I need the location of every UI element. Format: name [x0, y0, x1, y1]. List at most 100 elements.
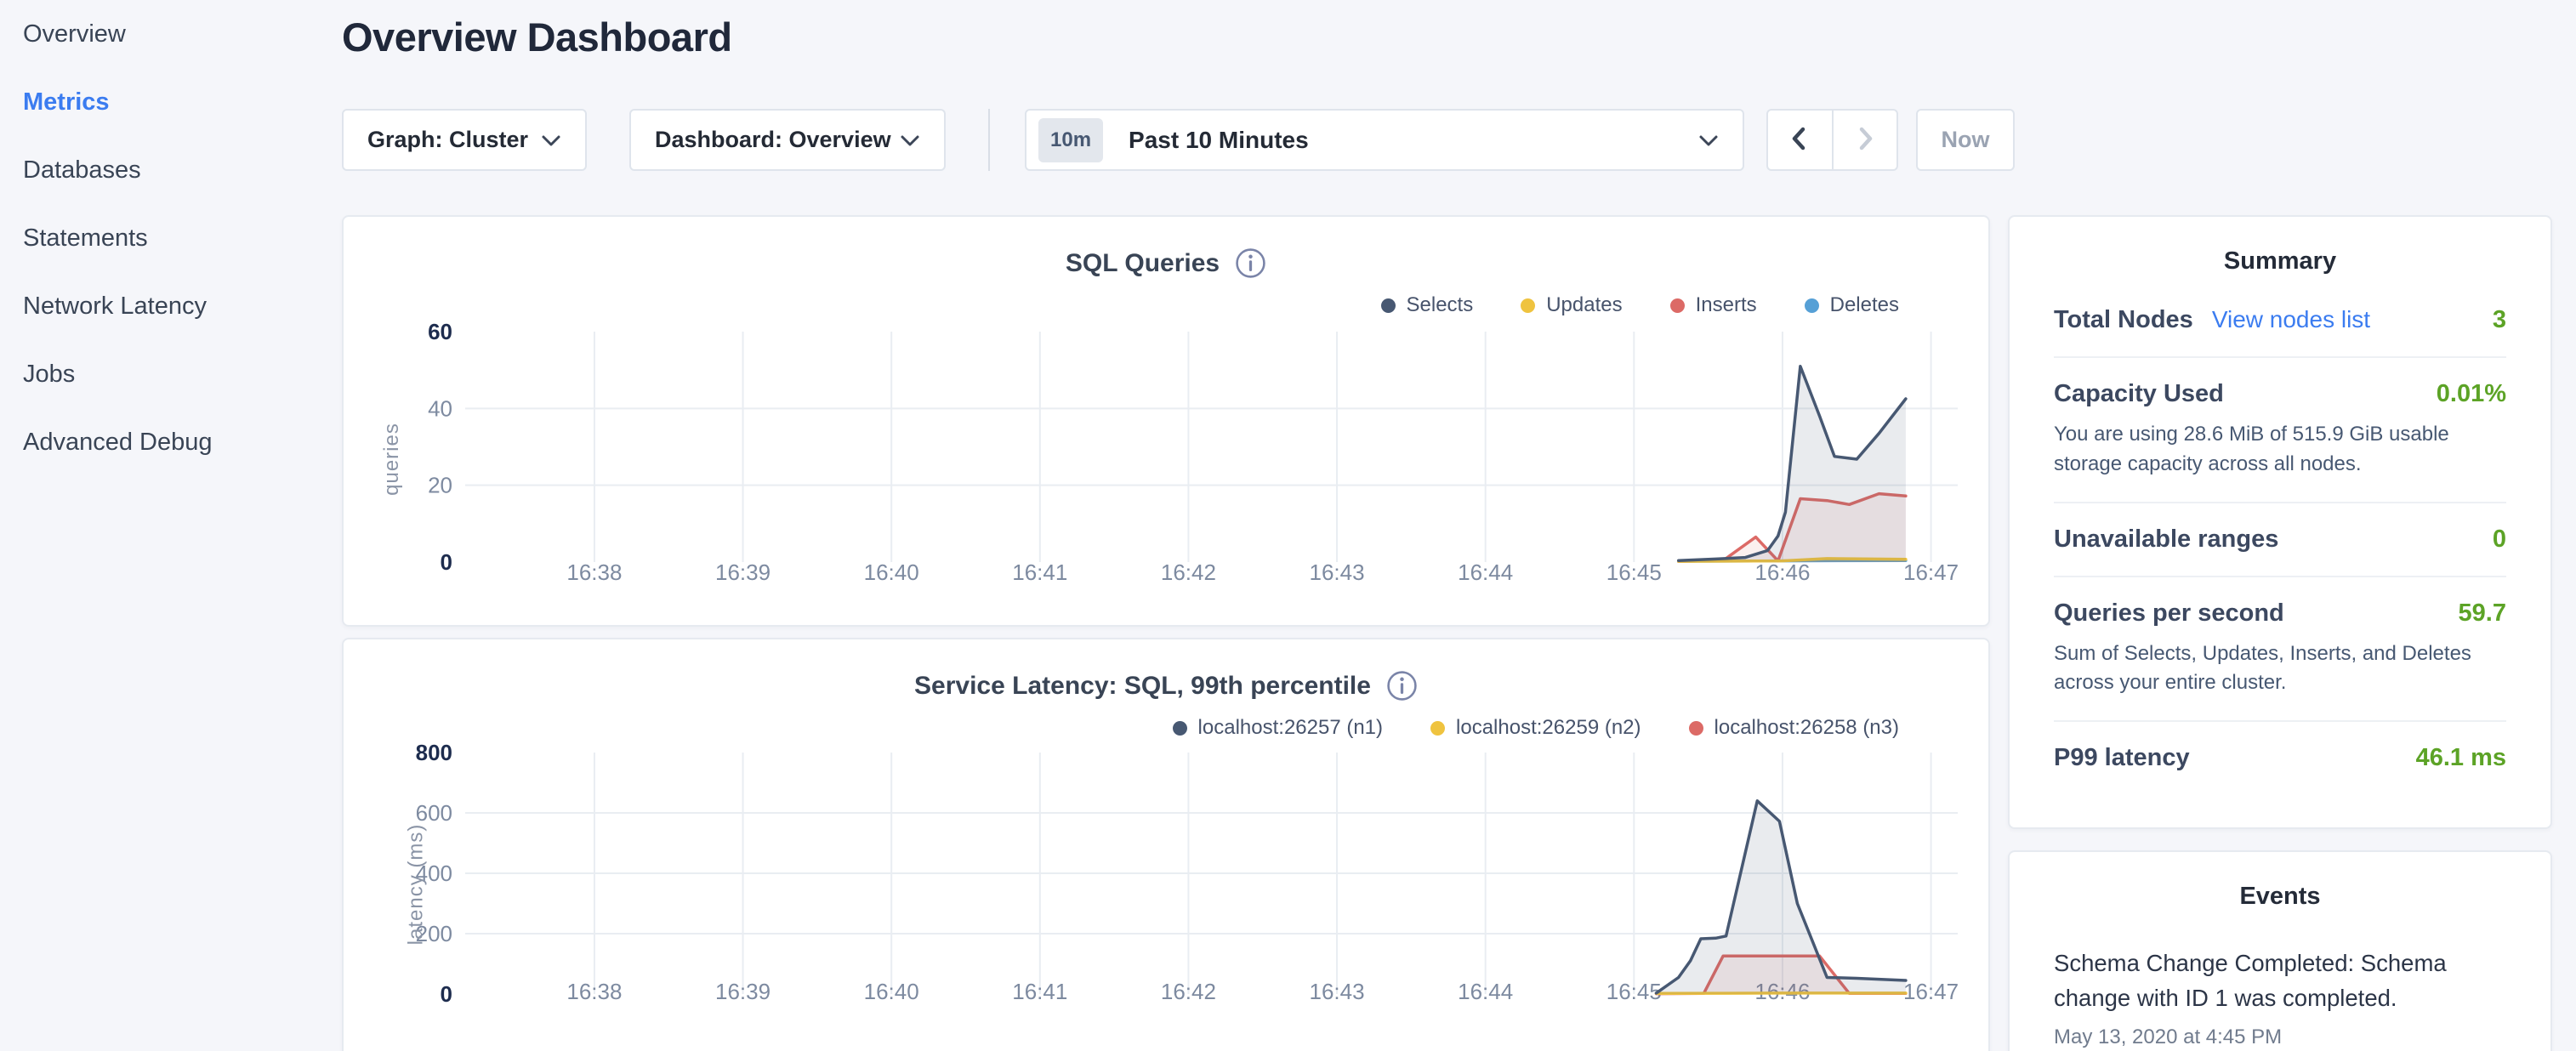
chevron-down-icon — [900, 127, 920, 153]
chevron-down-icon — [541, 127, 561, 153]
svg-text:16:43: 16:43 — [1310, 979, 1365, 1004]
time-range-select[interactable]: 10m Past 10 Minutes — [1025, 109, 1744, 171]
stat-capacity-used: Capacity Used 0.01% You are using 28.6 M… — [2054, 356, 2506, 502]
svg-text:20: 20 — [428, 473, 452, 498]
stat-title: Unavailable ranges — [2054, 526, 2278, 554]
chevron-down-icon — [1698, 127, 1719, 153]
stat-description: Sum of Selects, Updates, Inserts, and De… — [2054, 639, 2506, 699]
time-step-buttons — [1766, 109, 1898, 171]
stat-title: P99 latency — [2054, 744, 2190, 772]
page-title: Overview Dashboard — [342, 14, 732, 60]
legend-label: localhost:26258 (n3) — [1714, 716, 1899, 740]
graph-select-label: Graph: Cluster — [367, 127, 528, 153]
time-range-badge: 10m — [1038, 118, 1103, 162]
legend-dot-icon — [1381, 298, 1396, 313]
service-latency-chart-card: Service Latency: SQL, 99th percentile lo… — [342, 638, 1990, 1051]
svg-text:16:38: 16:38 — [566, 560, 622, 585]
sidebar-item-network-latency[interactable]: Network Latency — [0, 272, 342, 340]
stat-queries-per-second: Queries per second 59.7 Sum of Selects, … — [2054, 576, 2506, 721]
y-axis-unit-label: queries — [380, 423, 404, 496]
event-item[interactable]: Schema Change Completed: Schema change w… — [2054, 946, 2506, 1049]
event-text: Schema Change Completed: Schema change w… — [2054, 946, 2506, 1015]
stat-value: 59.7 — [2459, 599, 2506, 628]
svg-text:40: 40 — [428, 395, 452, 421]
stat-title: Queries per second — [2054, 599, 2284, 628]
summary-panel: Summary Total Nodes View nodes list 3 Ca… — [2008, 215, 2552, 829]
svg-text:16:45: 16:45 — [1606, 560, 1662, 585]
svg-text:0: 0 — [441, 549, 452, 575]
sidebar-item-metrics[interactable]: Metrics — [0, 68, 342, 136]
legend-dot-icon — [1689, 721, 1703, 736]
view-nodes-list-link[interactable]: View nodes list — [2212, 306, 2370, 333]
chevron-right-icon — [1853, 125, 1877, 155]
sidebar-item-statements[interactable]: Statements — [0, 204, 342, 272]
main-content: Overview Dashboard Graph: Cluster Dashbo… — [342, 0, 1990, 1051]
legend-dot-icon — [1521, 298, 1535, 313]
stat-value: 0 — [2493, 526, 2506, 554]
svg-text:800: 800 — [416, 740, 452, 765]
svg-text:16:47: 16:47 — [1903, 560, 1959, 585]
svg-text:16:38: 16:38 — [566, 979, 622, 1004]
legend-item[interactable]: localhost:26257 (n1) — [1173, 716, 1383, 740]
sidebar-item-databases[interactable]: Databases — [0, 136, 342, 204]
time-range-label: Past 10 Minutes — [1129, 127, 1309, 154]
svg-text:16:47: 16:47 — [1903, 979, 1959, 1004]
legend-label: localhost:26259 (n2) — [1456, 716, 1641, 740]
stat-total-nodes: Total Nodes View nodes list 3 — [2054, 284, 2506, 356]
legend-dot-icon — [1805, 298, 1819, 313]
legend-label: localhost:26257 (n1) — [1198, 716, 1383, 740]
sidebar-item-jobs[interactable]: Jobs — [0, 340, 342, 408]
graph-select[interactable]: Graph: Cluster — [342, 109, 587, 171]
svg-text:600: 600 — [416, 800, 452, 826]
chart-title: SQL Queries — [1066, 249, 1220, 278]
controls-bar: Graph: Cluster Dashboard: Overview 10m P… — [342, 109, 1990, 171]
legend-dot-icon — [1670, 298, 1685, 313]
svg-text:16:42: 16:42 — [1161, 560, 1216, 585]
chart-legend: localhost:26257 (n1) localhost:26259 (n2)… — [1173, 716, 1899, 740]
legend-dot-icon — [1173, 721, 1187, 736]
stat-title: Capacity Used — [2054, 380, 2224, 408]
controls-divider — [988, 109, 990, 171]
sidebar: Overview Metrics Databases Statements Ne… — [0, 0, 342, 1051]
now-button[interactable]: Now — [1916, 109, 2015, 171]
summary-heading: Summary — [2054, 247, 2506, 276]
svg-text:16:41: 16:41 — [1012, 560, 1067, 585]
stat-value: 46.1 ms — [2416, 744, 2506, 772]
svg-text:16:41: 16:41 — [1012, 979, 1067, 1004]
info-icon[interactable] — [1386, 670, 1418, 702]
legend-item[interactable]: localhost:26259 (n2) — [1430, 716, 1641, 740]
chart-plot[interactable]: 16:38 16:39 16:40 16:41 16:42 16:43 16:44 16:45… — [344, 312, 1992, 605]
svg-text:16:39: 16:39 — [715, 979, 771, 1004]
sidebar-item-overview[interactable]: Overview — [0, 0, 342, 68]
chart-title: Service Latency: SQL, 99th percentile — [914, 672, 1371, 701]
event-timestamp: May 13, 2020 at 4:45 PM — [2054, 1025, 2506, 1049]
stat-unavailable-ranges: Unavailable ranges 0 — [2054, 502, 2506, 576]
chart-plot[interactable]: 16:3816:3916:4016:4116:4216:4316:4416:45… — [344, 737, 1992, 1031]
legend-dot-icon — [1430, 721, 1445, 736]
svg-text:16:45: 16:45 — [1606, 979, 1662, 1004]
svg-text:16:39: 16:39 — [715, 560, 771, 585]
app-root: Overview Metrics Databases Statements Ne… — [0, 0, 2576, 1051]
time-next-button[interactable] — [1834, 111, 1897, 169]
events-heading: Events — [2054, 883, 2506, 911]
stat-value: 3 — [2493, 306, 2506, 334]
svg-text:16:44: 16:44 — [1458, 979, 1513, 1004]
y-axis-unit-label: latency (ms) — [404, 823, 428, 945]
chevron-left-icon — [1788, 125, 1811, 155]
svg-text:0: 0 — [441, 981, 452, 1007]
info-icon[interactable] — [1235, 247, 1266, 279]
svg-text:16:40: 16:40 — [864, 979, 919, 1004]
stat-p99-latency: P99 latency 46.1 ms — [2054, 720, 2506, 794]
legend-item[interactable]: localhost:26258 (n3) — [1689, 716, 1899, 740]
stat-title: Total Nodes — [2054, 306, 2193, 334]
svg-text:16:43: 16:43 — [1310, 560, 1365, 585]
svg-text:16:40: 16:40 — [864, 560, 919, 585]
svg-text:16:44: 16:44 — [1458, 560, 1513, 585]
dashboard-select[interactable]: Dashboard: Overview — [629, 109, 946, 171]
events-panel: Events Schema Change Completed: Schema c… — [2008, 850, 2552, 1051]
time-prev-button[interactable] — [1768, 111, 1834, 169]
svg-text:60: 60 — [428, 319, 452, 344]
svg-text:16:46: 16:46 — [1754, 560, 1810, 585]
stat-value: 0.01% — [2437, 380, 2506, 408]
sidebar-item-advanced-debug[interactable]: Advanced Debug — [0, 408, 342, 476]
